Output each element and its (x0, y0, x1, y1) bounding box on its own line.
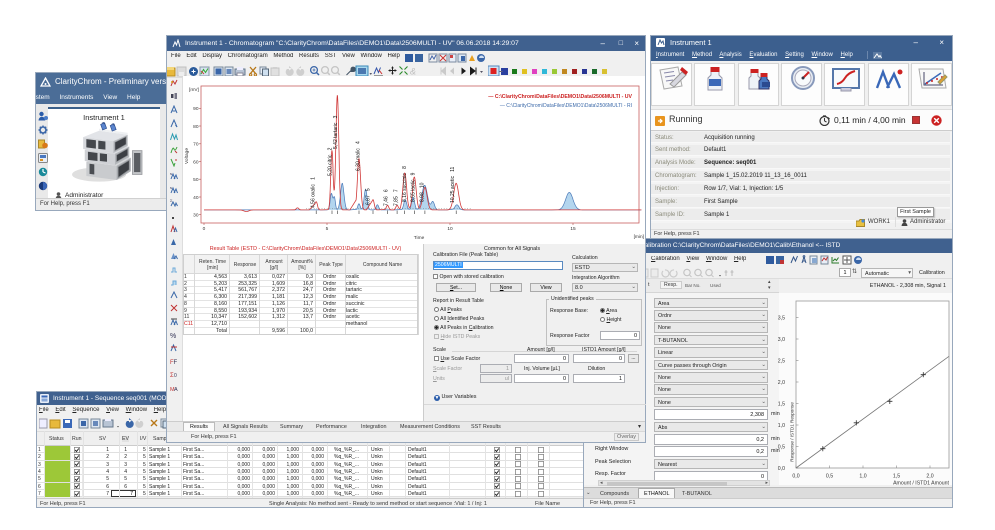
svg-text:30: 30 (193, 213, 199, 219)
svg-text:10,25 acetic 11: 10,25 acetic 11 (450, 166, 456, 203)
svg-text:1,0: 1,0 (778, 423, 785, 429)
svg-text:5,20 citric 2: 5,20 citric 2 (328, 147, 334, 176)
svg-text:0: 0 (174, 373, 177, 378)
svg-text:— C:\ClarityChrom\DataFiles\DE: — C:\ClarityChrom\DataFiles\DEMO1\Data\2… (488, 94, 632, 100)
svg-text:2,0: 2,0 (778, 380, 785, 386)
svg-text:0,0: 0,0 (792, 474, 799, 480)
svg-text:90: 90 (193, 106, 199, 112)
svg-text:&: & (410, 67, 416, 77)
svg-text:50: 50 (193, 177, 199, 183)
svg-text:0,5: 0,5 (826, 474, 833, 480)
svg-text:2,0: 2,0 (926, 474, 933, 480)
svg-text:7,85 7: 7,85 7 (394, 189, 400, 206)
svg-text:[min]: [min] (634, 234, 644, 240)
svg-text:6,30 malic 4: 6,30 malic 4 (355, 141, 361, 171)
svg-text:2,5: 2,5 (778, 359, 785, 365)
svg-text:F: F (174, 360, 178, 365)
svg-text:8,16 succinic 8: 8,16 succinic 8 (402, 166, 408, 202)
svg-text:Response / ISTD1 Response: Response / ISTD1 Response (790, 402, 795, 462)
svg-text:3,5: 3,5 (778, 316, 785, 322)
svg-text:70: 70 (193, 142, 199, 148)
svg-text:%: % (170, 333, 176, 339)
svg-text:4,56 oxalic 1: 4,56 oxalic 1 (311, 177, 317, 208)
svg-text:1,5: 1,5 (778, 402, 785, 408)
svg-text:Amount / ISTD1 Amount: Amount / ISTD1 Amount (893, 481, 949, 487)
svg-text:s: s (170, 171, 172, 176)
svg-text:Time: Time (414, 235, 425, 241)
svg-text:1,5: 1,5 (893, 474, 900, 480)
svg-text:A: A (174, 387, 178, 392)
svg-text:80: 80 (193, 124, 199, 130)
svg-text:8,98 10: 8,98 10 (420, 182, 426, 202)
svg-text:5,42 tartaric 3: 5,42 tartaric 3 (333, 115, 339, 149)
svg-text:1,0: 1,0 (859, 474, 866, 480)
svg-text:3,0: 3,0 (778, 337, 785, 343)
svg-text:8,55 lactic 9: 8,55 lactic 9 (411, 172, 417, 202)
svg-text:40: 40 (193, 195, 199, 201)
svg-text:Voltage: Voltage (184, 148, 190, 164)
svg-text:5: 5 (326, 226, 329, 232)
svg-text:s: s (170, 185, 172, 190)
svg-text:7,46 6: 7,46 6 (384, 189, 390, 206)
svg-text:15: 15 (570, 226, 576, 232)
svg-text:6,87 5: 6,87 5 (366, 188, 372, 205)
svg-text:0: 0 (203, 226, 206, 232)
svg-text:0,0: 0,0 (778, 466, 785, 472)
svg-text:10: 10 (447, 226, 453, 232)
svg-text:[mV]: [mV] (189, 87, 199, 93)
svg-text:— C:\ClarityChrom\DataFiles\DE: — C:\ClarityChrom\DataFiles\DEMO1\Data\2… (500, 103, 632, 109)
svg-text:60: 60 (193, 159, 199, 165)
